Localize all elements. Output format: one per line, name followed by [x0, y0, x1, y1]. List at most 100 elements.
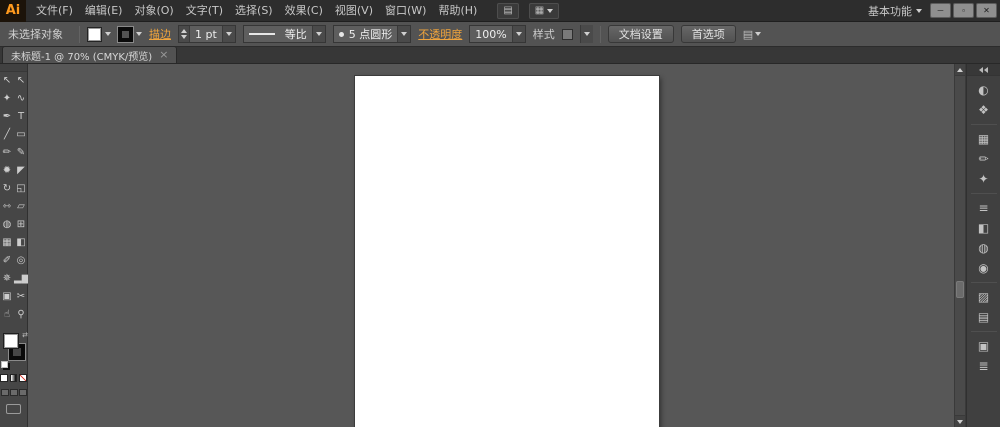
transparency-panel-icon[interactable]: ◍	[972, 238, 996, 258]
preferences-button[interactable]: 首选项	[680, 25, 736, 43]
lasso-tool[interactable]: ∿	[14, 90, 28, 108]
artboards-panel-icon[interactable]: ▣	[972, 336, 996, 356]
selection-tool[interactable]: ↖	[0, 72, 14, 90]
menu-item[interactable]: 编辑(E)	[79, 0, 129, 22]
mesh-tool[interactable]: ▦	[0, 234, 14, 252]
fill-color-swatch[interactable]	[87, 26, 102, 42]
pencil-tool[interactable]: ✎	[14, 144, 28, 162]
document-tab[interactable]: 未标题-1 @ 70% (CMYK/预览) ×	[2, 46, 178, 63]
screen-mode-button[interactable]	[6, 404, 21, 414]
stroke-color-control[interactable]	[118, 26, 142, 42]
menu-item[interactable]: 文字(T)	[180, 0, 229, 22]
fill-color-control[interactable]	[87, 26, 111, 42]
restore-button[interactable]: ▫	[953, 3, 974, 18]
canvas[interactable]	[28, 64, 954, 427]
illustrator-logo[interactable]: Ai	[0, 0, 26, 22]
direct-selection-tool[interactable]: ↖	[14, 72, 28, 90]
tab-close-icon[interactable]: ×	[159, 49, 168, 60]
opacity-value[interactable]: 100%	[470, 28, 511, 41]
draw-inside-button[interactable]	[18, 389, 27, 396]
brush-definition-combo[interactable]: 5 点圆形	[332, 25, 412, 43]
draw-normal-button[interactable]	[0, 389, 9, 396]
hand-tool[interactable]: ☝	[0, 306, 14, 324]
align-panel-icon[interactable]: ≣	[972, 356, 996, 376]
stroke-color-swatch[interactable]	[118, 26, 133, 42]
eraser-tool[interactable]: ◤	[14, 162, 28, 180]
scale-tool[interactable]: ◱	[14, 180, 28, 198]
stroke-width-dropdown[interactable]	[221, 26, 235, 42]
blob-brush-tool[interactable]: ✹	[0, 162, 14, 180]
minimize-button[interactable]: ─	[930, 3, 951, 18]
scroll-down-button[interactable]	[955, 415, 965, 427]
layers-panel-icon[interactable]: ▤	[972, 307, 996, 327]
type-tool[interactable]: T	[14, 108, 28, 126]
rotate-tool[interactable]: ↻	[0, 180, 14, 198]
menu-item[interactable]: 对象(O)	[128, 0, 179, 22]
gradient-panel-icon[interactable]: ◧	[972, 218, 996, 238]
stroke-panel-icon[interactable]: ≡	[972, 198, 996, 218]
control-panel-menu[interactable]: ▤	[743, 28, 762, 41]
line-segment-tool[interactable]: ╱	[0, 126, 14, 144]
bridge-button[interactable]: ▤	[497, 2, 519, 19]
menu-item[interactable]: 文件(F)	[30, 0, 79, 22]
eyedropper-tool[interactable]: ✐	[0, 252, 14, 270]
workspace-switcher[interactable]: 基本功能	[860, 3, 930, 19]
color-panel-icon[interactable]: ◐	[972, 80, 996, 100]
chevron-down-icon	[583, 32, 590, 36]
menu-item[interactable]: 帮助(H)	[432, 0, 483, 22]
none-button[interactable]	[19, 374, 28, 382]
symbols-panel-icon[interactable]: ✦	[972, 169, 996, 189]
paintbrush-tool[interactable]: ✏	[0, 144, 14, 162]
menu-item[interactable]: 效果(C)	[279, 0, 329, 22]
style-control[interactable]: 样式	[533, 25, 593, 43]
pen-tool[interactable]: ✒	[0, 108, 14, 126]
zoom-tool[interactable]: ⚲	[14, 306, 28, 324]
color-guide-panel-icon[interactable]: ❖	[972, 100, 996, 120]
brushes-panel-icon[interactable]: ✏	[972, 149, 996, 169]
scroll-up-button[interactable]	[955, 64, 965, 76]
scrollbar-thumb[interactable]	[956, 281, 964, 298]
menu-item[interactable]: 窗口(W)	[379, 0, 432, 22]
appearance-panel-icon[interactable]: ◉	[972, 258, 996, 278]
column-graph-tool[interactable]: ▂▆	[14, 270, 29, 288]
stroke-width-combo[interactable]: 1 pt	[178, 25, 236, 43]
graphic-styles-panel-icon[interactable]: ▨	[972, 287, 996, 307]
symbol-sprayer-tool[interactable]: ✵	[0, 270, 14, 288]
default-fill-stroke-icon[interactable]	[1, 361, 8, 368]
color-button[interactable]	[0, 374, 8, 382]
artboard-tool[interactable]: ▣	[0, 288, 14, 306]
menu-item[interactable]: 选择(S)	[229, 0, 279, 22]
opacity-dropdown[interactable]	[511, 26, 525, 42]
tools-panel-grip[interactable]	[0, 64, 27, 72]
artboard[interactable]	[354, 75, 660, 427]
arrange-documents-button[interactable]: ▦	[528, 2, 560, 19]
opacity-combo[interactable]: 100%	[469, 25, 526, 43]
gradient-button[interactable]	[9, 374, 18, 382]
gradient-tool[interactable]: ◧	[14, 234, 28, 252]
menu-item[interactable]: 视图(V)	[329, 0, 379, 22]
opacity-panel-link[interactable]: 不透明度	[418, 26, 462, 42]
width-profile-combo[interactable]: 等比	[242, 25, 326, 43]
width-profile-dropdown[interactable]	[311, 26, 325, 42]
rectangle-tool[interactable]: ▭	[14, 126, 28, 144]
draw-behind-button[interactable]	[9, 389, 18, 396]
blend-tool[interactable]: ◎	[14, 252, 28, 270]
slice-tool[interactable]: ✂	[14, 288, 28, 306]
vertical-scrollbar[interactable]	[954, 64, 966, 427]
brush-definition-dropdown[interactable]	[397, 26, 411, 42]
stroke-width-value[interactable]: 1 pt	[190, 28, 222, 41]
stroke-width-stepper[interactable]	[179, 26, 190, 42]
perspective-grid-tool[interactable]: ⊞	[14, 216, 28, 234]
magic-wand-tool[interactable]: ✦	[0, 90, 14, 108]
style-swatch[interactable]	[561, 28, 573, 40]
document-setup-button[interactable]: 文档设置	[607, 25, 674, 43]
stroke-panel-link[interactable]: 描边	[149, 26, 171, 42]
close-button[interactable]: ✕	[976, 3, 997, 18]
expand-dock-button[interactable]	[967, 64, 1000, 76]
swatches-panel-icon[interactable]: ▦	[972, 129, 996, 149]
fill-swatch[interactable]	[3, 333, 19, 349]
width-tool[interactable]: ⇿	[0, 198, 14, 216]
shape-builder-tool[interactable]: ◍	[0, 216, 14, 234]
free-transform-tool[interactable]: ▱	[14, 198, 28, 216]
style-dropdown[interactable]	[579, 25, 593, 43]
